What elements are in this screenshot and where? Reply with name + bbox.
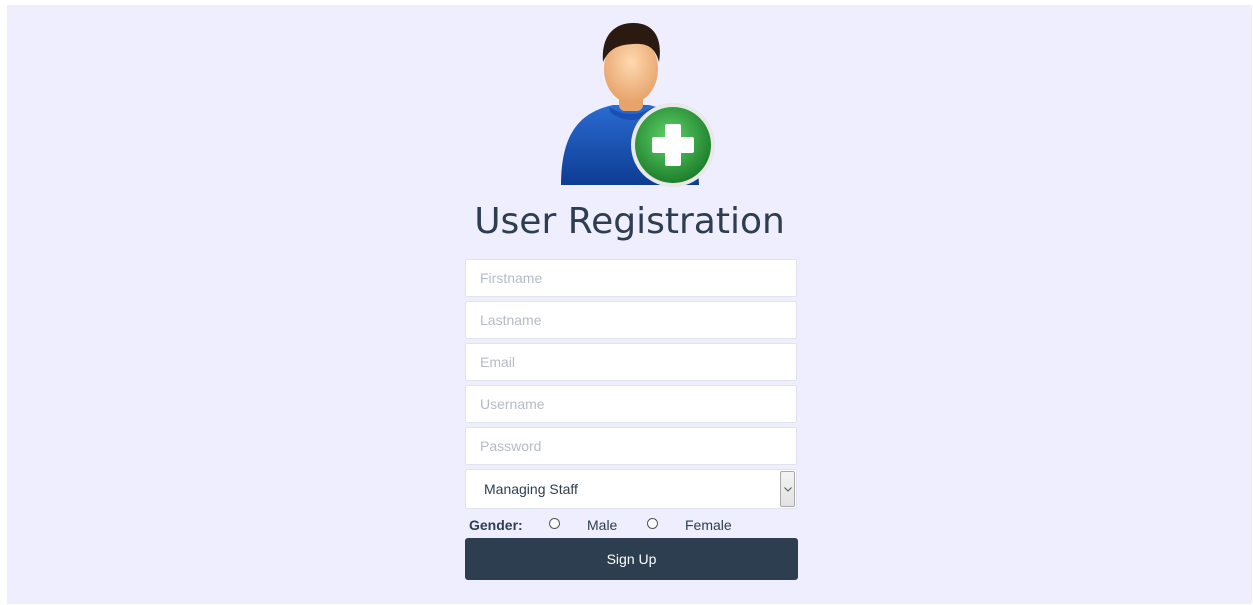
sign-up-button[interactable]: Sign Up <box>465 538 798 580</box>
lastname-input[interactable] <box>465 301 797 339</box>
role-select-value: Managing Staff <box>484 481 578 497</box>
gender-male-label[interactable]: Male <box>587 517 617 533</box>
gender-female-label[interactable]: Female <box>685 517 732 533</box>
firstname-input[interactable] <box>465 259 797 297</box>
chevron-down-icon[interactable] <box>780 471 795 507</box>
password-input[interactable] <box>465 427 797 465</box>
page: User Registration Managing Staff Gender:… <box>7 5 1252 604</box>
gender-female-radio[interactable] <box>647 518 658 529</box>
gender-label: Gender: <box>469 517 523 533</box>
username-input[interactable] <box>465 385 797 423</box>
page-title: User Registration <box>474 201 785 242</box>
gender-group: Gender: Male Female <box>465 512 798 538</box>
registration-form: Managing Staff Gender: Male Female Sign … <box>465 259 798 580</box>
role-select[interactable]: Managing Staff <box>465 469 797 509</box>
email-input[interactable] <box>465 343 797 381</box>
gender-male-radio[interactable] <box>549 518 560 529</box>
user-add-icon <box>551 17 721 197</box>
